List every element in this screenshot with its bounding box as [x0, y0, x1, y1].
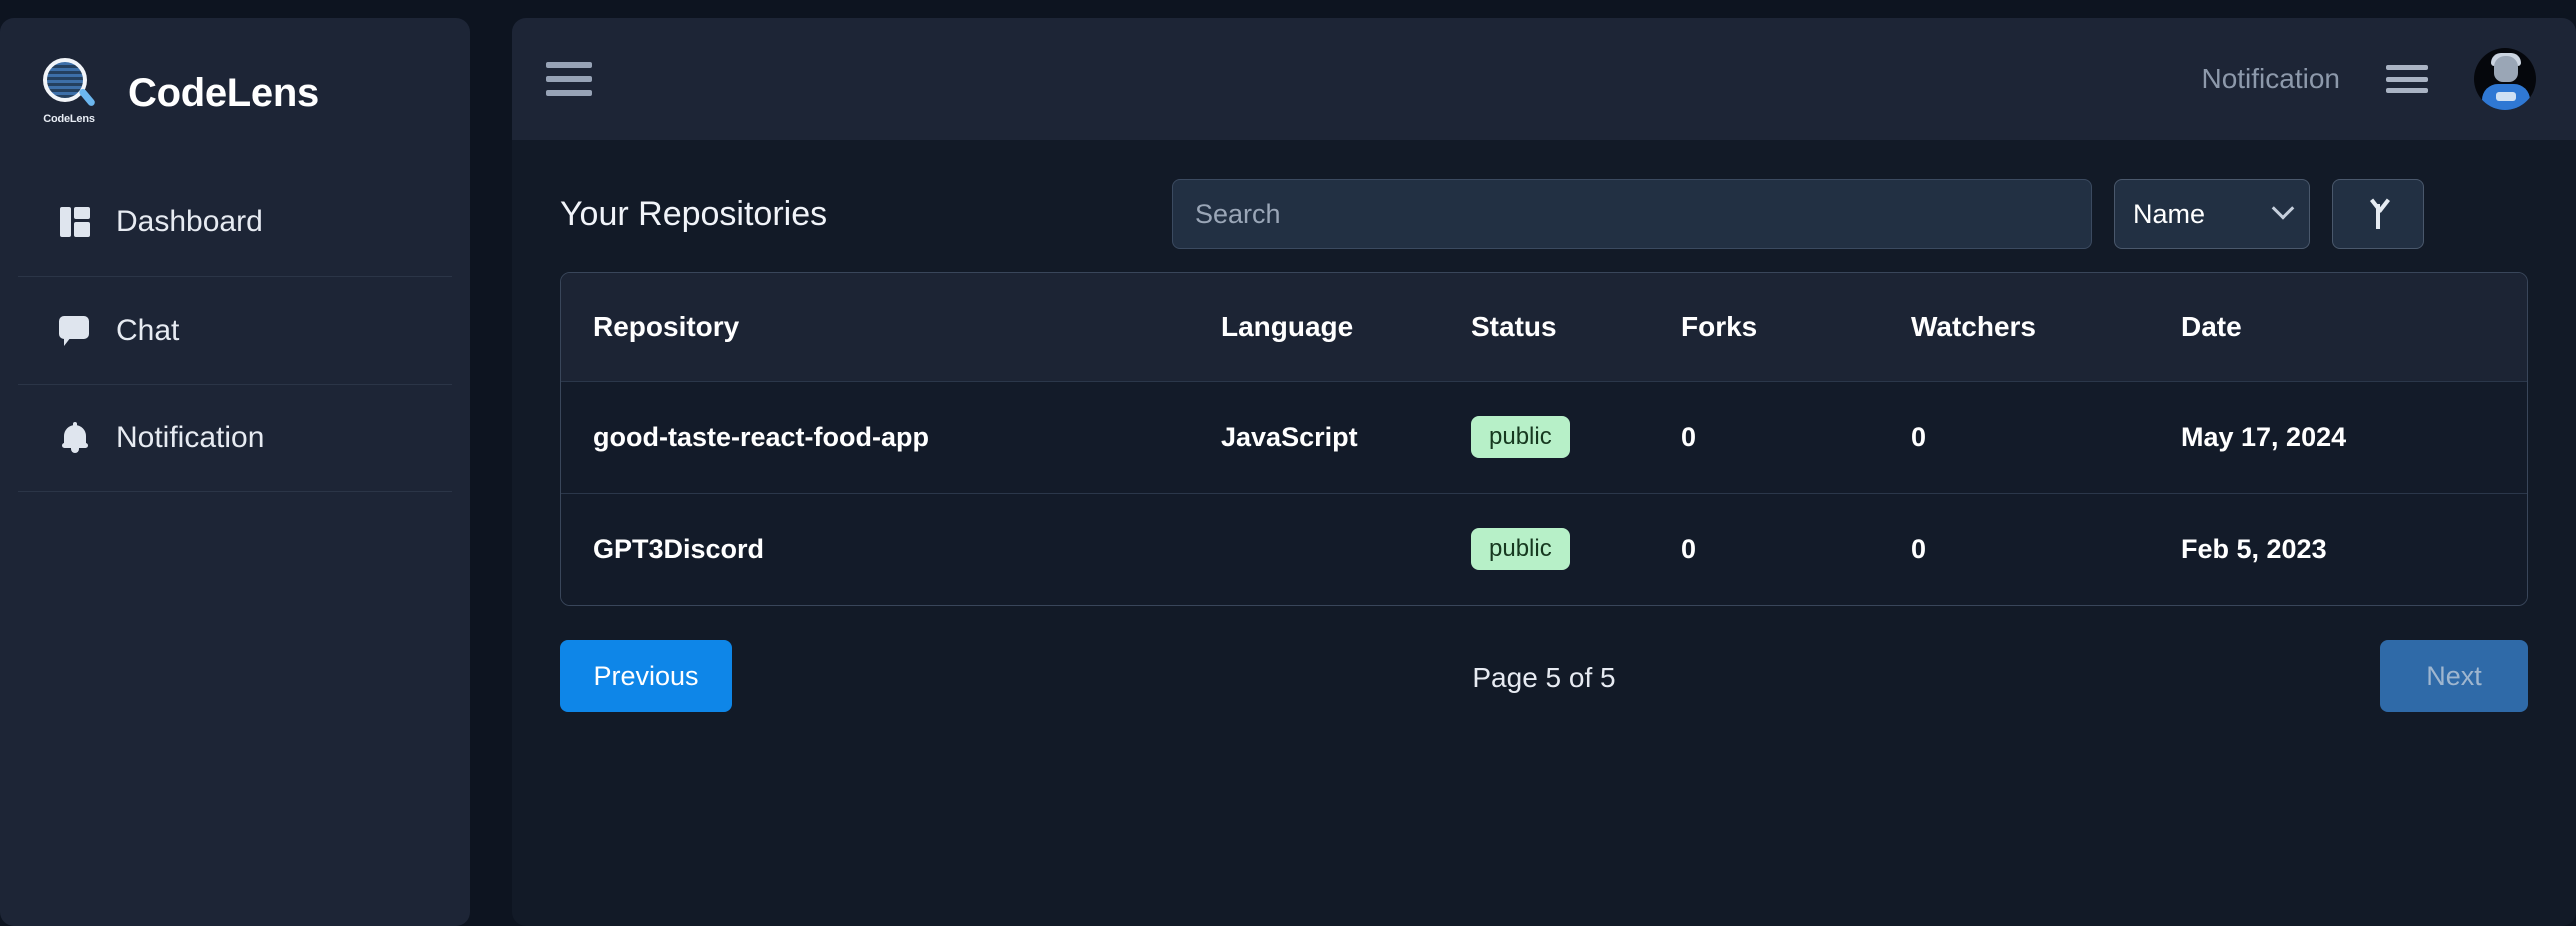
column-header-date[interactable]: Date [2181, 273, 2527, 381]
status-badge: public [1471, 416, 1570, 458]
dashboard-panels-icon [58, 205, 92, 239]
cell-repository: GPT3Discord [561, 492, 1221, 605]
repositories-toolbar: Your Repositories Name [560, 140, 2528, 272]
bell-icon [58, 421, 92, 455]
cell-repository: good-taste-react-food-app [561, 380, 1221, 493]
main-area: Notification Your Repositories Name [512, 18, 2576, 926]
sidebar-nav: Dashboard Chat Notification [0, 168, 470, 492]
top-bar-right: Notification [2201, 48, 2536, 110]
search-input[interactable] [1172, 179, 2092, 249]
pagination: Previous Next Page 5 of 5 [560, 606, 2528, 746]
hamburger-menu-icon[interactable] [546, 62, 592, 96]
column-header-forks[interactable]: Forks [1681, 273, 1911, 381]
column-header-status[interactable]: Status [1471, 273, 1681, 381]
column-header-watchers[interactable]: Watchers [1911, 273, 2181, 381]
cell-language [1221, 492, 1471, 605]
hamburger-menu-icon[interactable] [2386, 65, 2428, 93]
table-row[interactable]: good-taste-react-food-app JavaScript pub… [561, 380, 2527, 493]
previous-page-button[interactable]: Previous [560, 640, 732, 712]
cell-watchers: 0 [1911, 492, 2181, 605]
sort-direction-button[interactable] [2332, 179, 2424, 249]
sidebar-item-dashboard[interactable]: Dashboard [18, 168, 452, 276]
table-header-row: Repository Language Status Forks Watcher… [561, 273, 2527, 381]
notification-link[interactable]: Notification [2201, 63, 2340, 95]
sort-field-value: Name [2133, 198, 2206, 229]
cell-language: JavaScript [1221, 380, 1471, 493]
column-header-language[interactable]: Language [1221, 273, 1471, 381]
page-title: Your Repositories [560, 194, 828, 233]
sort-field-select[interactable]: Name [2114, 179, 2310, 249]
magnifier-logo-icon: CodeLens [36, 56, 102, 130]
content-panel: Your Repositories Name Repo [512, 140, 2576, 926]
column-header-repository[interactable]: Repository [561, 273, 1221, 381]
sidebar: CodeLens CodeLens Dashboard Chat Notific… [0, 18, 470, 926]
cell-watchers: 0 [1911, 380, 2181, 493]
brand: CodeLens CodeLens [0, 18, 470, 168]
cell-forks: 0 [1681, 380, 1911, 493]
app-title: CodeLens [128, 70, 319, 115]
top-bar: Notification [512, 18, 2576, 140]
sidebar-item-chat[interactable]: Chat [18, 276, 452, 384]
status-badge: public [1471, 528, 1570, 571]
repositories-table: Repository Language Status Forks Watcher… [560, 272, 2528, 606]
sidebar-item-notification[interactable]: Notification [18, 384, 452, 492]
sidebar-item-label: Chat [116, 313, 180, 347]
logo-caption: CodeLens [43, 113, 95, 125]
cell-status: public [1471, 380, 1681, 493]
sidebar-item-label: Notification [116, 421, 265, 454]
chat-bubble-icon [58, 314, 92, 348]
table-row[interactable]: GPT3Discord public 0 0 Feb 5, 2023 [561, 492, 2527, 605]
cell-forks: 0 [1681, 492, 1911, 605]
cell-status: public [1471, 492, 1681, 605]
cell-date: May 17, 2024 [2181, 380, 2527, 493]
sidebar-item-label: Dashboard [116, 205, 263, 238]
arrow-up-icon [2367, 199, 2389, 229]
avatar[interactable] [2474, 48, 2536, 110]
app-root: CodeLens CodeLens Dashboard Chat Notific… [0, 0, 2576, 926]
next-page-button[interactable]: Next [2380, 640, 2528, 712]
chevron-down-icon [2271, 197, 2295, 220]
cell-date: Feb 5, 2023 [2181, 492, 2527, 605]
